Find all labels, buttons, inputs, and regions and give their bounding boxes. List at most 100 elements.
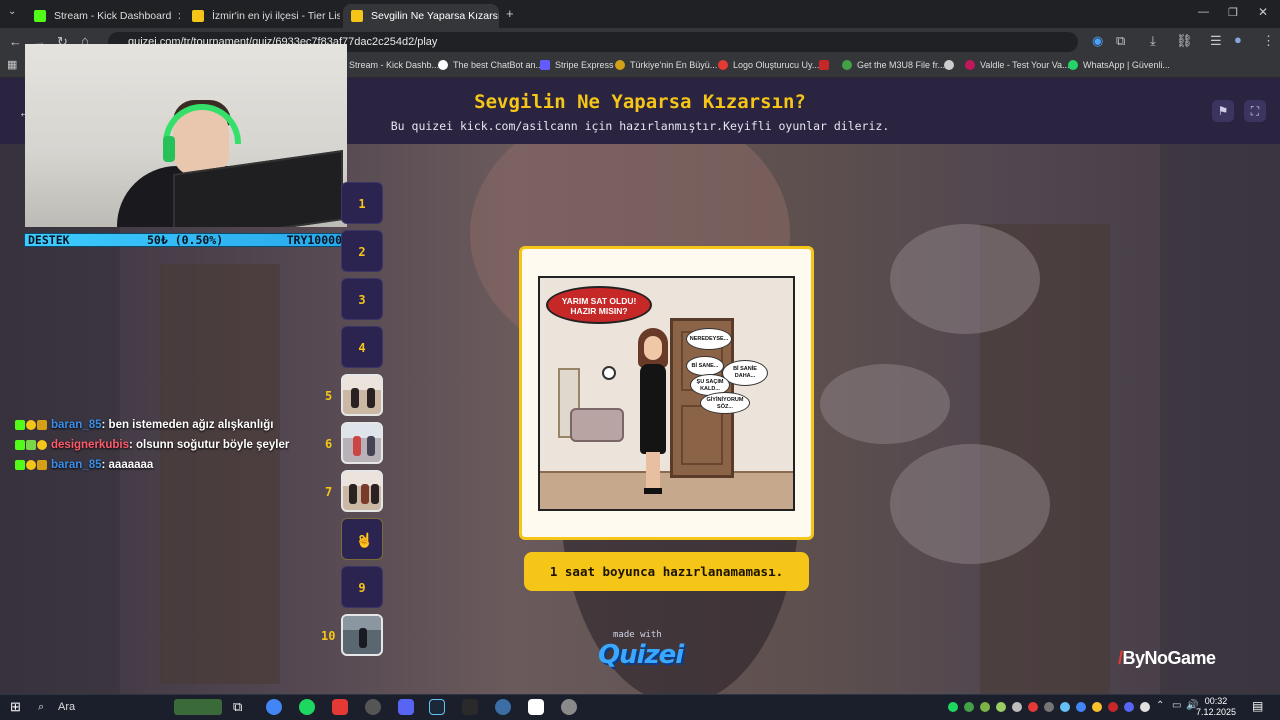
search-icon: ⌕ bbox=[38, 701, 45, 713]
quizei-favicon-icon bbox=[351, 10, 363, 22]
profile-avatar-icon[interactable]: ● bbox=[1234, 32, 1242, 47]
steam-tray-icon[interactable] bbox=[1060, 702, 1070, 712]
crown-badge-icon bbox=[37, 460, 47, 470]
bookmark-label: Valdle - Test Your Va... bbox=[980, 60, 1070, 70]
close-icon[interactable]: ✕ bbox=[171, 10, 180, 23]
minimize-icon[interactable]: — bbox=[1198, 6, 1209, 18]
apps-grid-icon[interactable]: ▦ bbox=[7, 58, 17, 71]
close-window-icon[interactable]: ✕ bbox=[1258, 5, 1268, 19]
bookmark-label: Türkiye'nin En Büyü... bbox=[630, 60, 718, 70]
tab-label: Stream - Kick Dashboard bbox=[54, 10, 172, 22]
back-icon[interactable]: ← bbox=[9, 34, 22, 49]
system-clock[interactable]: 00:32 7.12.2025 bbox=[1196, 696, 1236, 718]
tab-current-quiz[interactable]: Sevgilin Ne Yaparsa Kızarsın? - ✕ bbox=[343, 4, 499, 28]
question-thumbnail-10[interactable] bbox=[341, 614, 383, 656]
windows-start-icon[interactable]: ⊞ bbox=[10, 699, 21, 715]
spotify-icon[interactable] bbox=[299, 699, 315, 715]
chrome-tray-icon[interactable] bbox=[1076, 702, 1086, 712]
capcut-icon[interactable] bbox=[528, 699, 544, 715]
thought-bubble: GİYİNİYORUM SÖZ... bbox=[700, 392, 750, 414]
tray-icon[interactable] bbox=[1028, 702, 1038, 712]
bookmark-item[interactable]: WhatsApp | Güvenli... bbox=[1068, 60, 1170, 70]
question-button-2[interactable]: 2 bbox=[341, 230, 383, 272]
tray-icon[interactable] bbox=[1092, 702, 1102, 712]
bookmark-label: The best ChatBot an... bbox=[453, 60, 544, 70]
tray-icon[interactable] bbox=[964, 702, 974, 712]
bookmark-item[interactable]: Logo Oluşturucu Uy... bbox=[718, 60, 819, 70]
stripe-icon bbox=[540, 60, 550, 70]
bookmark-label: WhatsApp | Güvenli... bbox=[1083, 60, 1170, 70]
task-view-icon[interactable]: ⧉ bbox=[233, 699, 242, 715]
donation-progress-bar: DESTEK 50₺ (0.50%) TRY10000 bbox=[24, 233, 346, 247]
chat-message: baran_85 : ben istemeden ağız alışkanlığ… bbox=[15, 419, 273, 431]
youtube-icon bbox=[819, 60, 829, 70]
bookmark-item[interactable]: Stripe Express bbox=[540, 60, 614, 70]
tray-icon[interactable] bbox=[1044, 702, 1054, 712]
reading-list-icon[interactable]: ☰ bbox=[1210, 33, 1222, 49]
question-button-4[interactable]: 4 bbox=[341, 326, 383, 368]
tab-search-icon[interactable]: ⌄ bbox=[8, 6, 16, 17]
bookmark-item[interactable]: Stream - Kick Dashb... bbox=[349, 60, 439, 70]
bookmark-item[interactable]: Türkiye'nin En Büyü... bbox=[615, 60, 717, 70]
question-number-7: 7 bbox=[325, 485, 333, 499]
m3u8-icon bbox=[842, 60, 852, 70]
obs-icon[interactable] bbox=[365, 699, 381, 715]
question-button-1[interactable]: 1 bbox=[341, 182, 383, 224]
bookmark-item[interactable]: The best ChatBot an... bbox=[438, 60, 543, 70]
crown-badge-icon bbox=[37, 420, 47, 430]
menu-icon[interactable]: ⋮ bbox=[1262, 33, 1275, 49]
new-tab-icon[interactable]: + bbox=[506, 6, 514, 21]
question-thumbnail-5[interactable] bbox=[341, 374, 383, 416]
steam-icon[interactable] bbox=[429, 699, 445, 715]
notifications-icon[interactable]: ▤ bbox=[1252, 699, 1263, 713]
network-icon[interactable]: ▭ bbox=[1172, 700, 1181, 711]
question-button-3[interactable]: 3 bbox=[341, 278, 383, 320]
webcam-overlay bbox=[25, 44, 347, 227]
bynogame-text: ByNoGame bbox=[1122, 648, 1217, 668]
question-thumbnail-6[interactable] bbox=[341, 422, 383, 464]
tray-icon[interactable] bbox=[980, 702, 990, 712]
tray-icon[interactable] bbox=[1140, 702, 1150, 712]
bookmark-item[interactable]: Valdle - Test Your Va... bbox=[965, 60, 1070, 70]
bookmark-label: Stripe Express bbox=[555, 60, 614, 70]
link-icon[interactable]: ⛓ bbox=[1176, 33, 1193, 49]
chrome-icon[interactable] bbox=[266, 699, 282, 715]
bookmark-item[interactable] bbox=[819, 60, 834, 70]
question-button-9[interactable]: 9 bbox=[341, 566, 383, 608]
tray-icon[interactable] bbox=[1012, 702, 1022, 712]
bookmark-item[interactable] bbox=[944, 60, 959, 70]
kick-badge-icon bbox=[15, 420, 25, 430]
tray-icon[interactable] bbox=[1108, 702, 1118, 712]
quizei-logo[interactable]: Quizei bbox=[598, 640, 684, 670]
chevron-up-icon[interactable]: ⌃ bbox=[1156, 700, 1164, 711]
discord-tray-icon[interactable] bbox=[1124, 702, 1134, 712]
widget-image[interactable] bbox=[174, 699, 222, 715]
answer-button[interactable]: 1 saat boyunca hazırlanamaması. bbox=[524, 552, 809, 591]
tab-kick-dashboard[interactable]: Stream - Kick Dashboard ✕ bbox=[26, 4, 180, 28]
globe-icon bbox=[944, 60, 954, 70]
restore-icon[interactable]: ❐ bbox=[1228, 6, 1238, 19]
spotify-tray-icon[interactable] bbox=[948, 702, 958, 712]
chat-username: designerkubis bbox=[51, 439, 129, 451]
question-thumbnail-7[interactable] bbox=[341, 470, 383, 512]
app-icon[interactable] bbox=[561, 699, 577, 715]
bynogame-logo[interactable]: /ByNoGame bbox=[1118, 648, 1216, 669]
bookmark-item[interactable]: Get the M3U8 File fr... bbox=[842, 60, 945, 70]
epic-games-icon[interactable] bbox=[462, 699, 478, 715]
discord-icon[interactable] bbox=[398, 699, 414, 715]
chatbot-icon bbox=[438, 60, 448, 70]
tray-icon[interactable] bbox=[996, 702, 1006, 712]
app-icon[interactable] bbox=[495, 699, 511, 715]
extension-icon[interactable]: ◉ bbox=[1092, 33, 1103, 49]
extensions-puzzle-icon[interactable]: ⧉ bbox=[1116, 33, 1125, 49]
chat-text: : olsunn soğutur böyle şeyler bbox=[128, 439, 290, 451]
app-icon[interactable] bbox=[332, 699, 348, 715]
thought-bubble: NEREDEYSE... bbox=[686, 328, 732, 350]
valdle-icon bbox=[965, 60, 975, 70]
chat-username: baran_85 bbox=[51, 419, 102, 431]
chat-message: designerkubis : olsunn soğutur böyle şey… bbox=[15, 439, 289, 451]
download-icon[interactable]: ⤓ bbox=[1150, 33, 1156, 49]
taskbar-search-input[interactable]: ⌕ Ara bbox=[32, 697, 172, 717]
donation-target: TRY10000 bbox=[286, 233, 342, 247]
tab-tier-list[interactable]: İzmir'in en iyi ilçesi - Tier List, K ✕ bbox=[184, 4, 340, 28]
